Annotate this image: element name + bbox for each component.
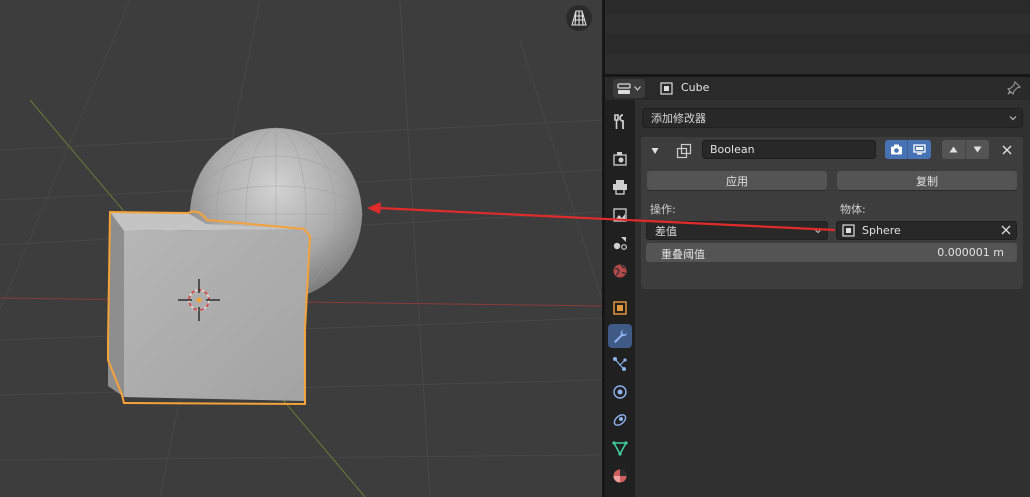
tab-view-layer[interactable] bbox=[608, 203, 632, 227]
physics-orbit-icon bbox=[613, 385, 627, 399]
remove-modifier-button[interactable] bbox=[999, 142, 1015, 158]
object-field[interactable]: Sphere bbox=[836, 221, 1017, 240]
move-down-button[interactable] bbox=[966, 140, 989, 159]
3d-viewport[interactable] bbox=[0, 0, 602, 497]
apply-button[interactable]: 应用 bbox=[647, 171, 827, 190]
triangle-down-icon bbox=[973, 146, 982, 153]
overlap-threshold-value: 0.000001 m bbox=[937, 246, 1004, 259]
properties-editor-icon bbox=[617, 82, 631, 94]
clear-field-icon[interactable] bbox=[1000, 224, 1012, 236]
overlap-threshold-field[interactable]: 重叠阈值 0.000001 m bbox=[646, 243, 1017, 262]
modifier-properties: 添加修改器 Boolean 应用 复制 操作: 物体: 差值 Sphere 重叠… bbox=[637, 100, 1030, 497]
wrench-screwdriver-icon bbox=[614, 114, 624, 129]
object-square-icon bbox=[613, 301, 627, 315]
cube-object[interactable] bbox=[107, 210, 312, 406]
tab-material[interactable] bbox=[608, 464, 632, 488]
overlap-threshold-label: 重叠阈值 bbox=[661, 248, 705, 261]
viewport-toggle-button[interactable] bbox=[908, 140, 931, 159]
printer-icon bbox=[613, 180, 627, 195]
visibility-toggles bbox=[885, 140, 931, 159]
object-value: Sphere bbox=[862, 224, 901, 237]
pin-icon[interactable] bbox=[1007, 81, 1021, 95]
tab-output[interactable] bbox=[608, 175, 632, 199]
move-up-button[interactable] bbox=[942, 140, 966, 159]
add-modifier-dropdown[interactable]: 添加修改器 bbox=[642, 108, 1023, 128]
wrench-icon bbox=[614, 329, 627, 343]
copy-button[interactable]: 复制 bbox=[837, 171, 1017, 190]
tab-scene[interactable] bbox=[608, 231, 632, 255]
operation-label: 操作: bbox=[650, 203, 676, 216]
triangle-up-icon bbox=[949, 146, 958, 153]
operation-dropdown[interactable]: 差值 bbox=[646, 221, 828, 240]
grid-perspective-icon bbox=[571, 10, 587, 26]
mesh-data-triangle-icon bbox=[612, 441, 628, 456]
outliner-area[interactable] bbox=[605, 0, 1030, 74]
boolean-modifier-icon bbox=[676, 143, 692, 159]
tab-render[interactable] bbox=[608, 147, 632, 171]
outliner-row[interactable] bbox=[605, 14, 1030, 34]
constraint-icon bbox=[613, 414, 627, 426]
monitor-icon bbox=[913, 144, 926, 155]
editor-type-button[interactable] bbox=[613, 79, 645, 98]
scene-icon bbox=[613, 237, 627, 250]
viewport-scene bbox=[0, 0, 602, 497]
tab-data[interactable] bbox=[608, 436, 632, 460]
tab-world[interactable] bbox=[608, 259, 632, 283]
world-globe-icon bbox=[613, 264, 627, 278]
camera-icon bbox=[890, 144, 902, 155]
particles-icon bbox=[613, 357, 627, 371]
object-icon bbox=[660, 82, 673, 95]
collapse-triangle-icon[interactable] bbox=[651, 147, 659, 155]
object-label: 物体: bbox=[840, 203, 866, 216]
chevron-down-icon bbox=[1009, 116, 1017, 121]
add-modifier-label: 添加修改器 bbox=[651, 112, 706, 125]
tab-object[interactable] bbox=[608, 296, 632, 320]
properties-editor: Cube 添加修改器 Boolean 应用 复制 操作: 物体: 差值 Sphe… bbox=[605, 77, 1030, 497]
tab-tool[interactable] bbox=[608, 110, 632, 134]
render-toggle-button[interactable] bbox=[885, 140, 908, 159]
close-icon bbox=[1002, 145, 1012, 155]
properties-header: Cube bbox=[605, 77, 1030, 100]
tab-modifiers[interactable] bbox=[608, 324, 632, 348]
tab-physics[interactable] bbox=[608, 380, 632, 404]
properties-tab-bar bbox=[605, 100, 635, 497]
operation-value: 差值 bbox=[655, 224, 677, 238]
outliner-row[interactable] bbox=[605, 54, 1030, 74]
material-sphere-icon bbox=[613, 469, 627, 483]
chevron-down-icon bbox=[814, 228, 822, 233]
chevron-down-icon bbox=[634, 86, 641, 91]
move-buttons bbox=[942, 140, 989, 159]
modifier-name-field[interactable]: Boolean bbox=[702, 140, 876, 159]
object-icon bbox=[842, 224, 855, 237]
tab-constraints[interactable] bbox=[608, 408, 632, 432]
image-layer-icon bbox=[613, 208, 627, 222]
tab-particles[interactable] bbox=[608, 352, 632, 376]
object-name-label: Cube bbox=[681, 81, 710, 94]
boolean-modifier-panel: Boolean 应用 复制 操作: 物体: 差值 Sphere 重叠阈值 0.0… bbox=[641, 137, 1023, 289]
render-camera-icon bbox=[613, 152, 627, 166]
toggle-perspective-button[interactable] bbox=[566, 5, 592, 31]
